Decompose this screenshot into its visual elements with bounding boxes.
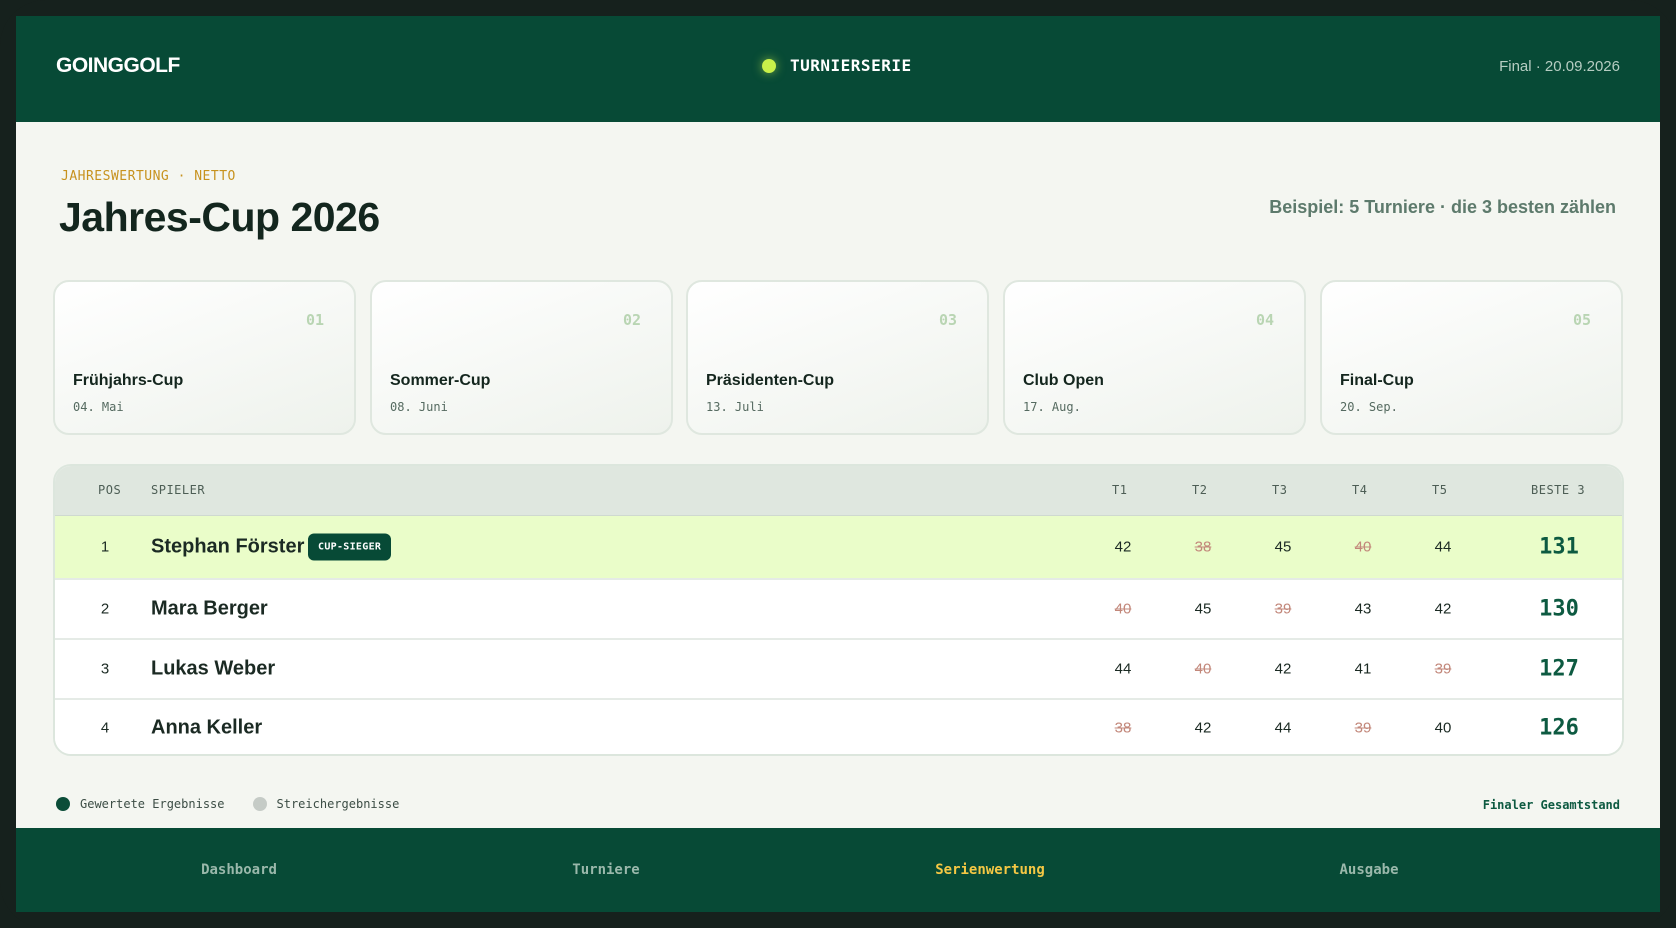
best-three-total: 127 — [1539, 656, 1579, 682]
best-three-total: 131 — [1539, 534, 1579, 560]
table-row[interactable]: 4 Anna Keller 38 42 44 39 40 126 — [55, 700, 1622, 754]
scoring-note: Beispiel: 5 Turniere · die 3 besten zähl… — [1269, 197, 1616, 217]
score-t2: 40 — [1194, 660, 1212, 678]
legend-counted-label: Gewertete Ergebnisse — [80, 797, 225, 811]
live-dot-icon — [762, 58, 776, 73]
status-text: Final · 20.09.2026 — [1499, 58, 1620, 75]
header-best: BESTE 3 — [1531, 483, 1586, 497]
best-three-total: 130 — [1539, 596, 1579, 622]
row-position: 2 — [100, 600, 110, 618]
tournament-number: 03 — [938, 311, 957, 329]
tournament-card[interactable]: 03 Präsidenten-Cup 13. Juli — [686, 280, 989, 435]
row-player-name: Lukas Weber — [151, 657, 276, 680]
tournament-date: 17. Aug. — [1023, 400, 1081, 414]
row-player-name: Mara Berger — [151, 597, 268, 620]
tournament-name: Frühjahrs-Cup — [73, 372, 184, 389]
tournament-number: 05 — [1572, 311, 1591, 329]
tournament-date: 08. Juni — [390, 400, 448, 414]
series-label: TURNIERSERIE — [790, 56, 912, 75]
tournament-number: 02 — [622, 311, 641, 329]
header-t2: T2 — [1192, 483, 1208, 497]
tournament-card[interactable]: 01 Frühjahrs-Cup 04. Mai — [53, 280, 356, 435]
tournament-name: Club Open — [1023, 372, 1104, 389]
nav-serienwertung[interactable]: Serienwertung — [935, 862, 1045, 878]
winner-badge: CUP-SIEGER — [308, 533, 392, 561]
bottom-nav: Dashboard Turniere Serienwertung Ausgabe — [16, 828, 1660, 912]
score-t3: 39 — [1274, 600, 1292, 618]
tournament-name: Sommer-Cup — [390, 372, 491, 389]
best-three-total: 126 — [1539, 715, 1579, 741]
device-frame: GOINGGOLF TURNIERSERIE Final · 20.09.202… — [0, 0, 1676, 928]
score-t4: 39 — [1354, 719, 1372, 737]
legend-dropped-label: Streichergebnisse — [276, 797, 400, 811]
score-t2: 42 — [1194, 719, 1212, 737]
score-t4: 40 — [1354, 538, 1372, 556]
tournament-number: 04 — [1255, 311, 1274, 329]
table-row[interactable]: 3 Lukas Weber 44 40 42 41 39 127 — [55, 640, 1622, 700]
header-t4: T4 — [1352, 483, 1368, 497]
header-t1: T1 — [1112, 483, 1128, 497]
header-t5: T5 — [1432, 483, 1448, 497]
tournament-date: 13. Juli — [706, 400, 764, 414]
row-position: 3 — [100, 660, 110, 678]
score-t1: 42 — [1114, 538, 1132, 556]
page-title: Jahres-Cup 2026 — [59, 194, 380, 240]
header-player: SPIELER — [151, 483, 206, 497]
row-player-name: Stephan Förster — [151, 535, 305, 558]
eyebrow-label: JAHRESWERTUNG · NETTO — [61, 169, 236, 184]
header-t3: T3 — [1272, 483, 1288, 497]
tournament-card[interactable]: 04 Club Open 17. Aug. — [1003, 280, 1306, 435]
tournament-name: Präsidenten-Cup — [706, 372, 835, 389]
top-bar: GOINGGOLF TURNIERSERIE Final · 20.09.202… — [16, 16, 1660, 122]
legend: Gewertete Ergebnisse Streichergebnisse — [56, 797, 427, 811]
legend-item-dropped: Streichergebnisse — [252, 797, 400, 811]
tournament-date: 20. Sep. — [1340, 400, 1398, 414]
row-position: 4 — [100, 719, 110, 737]
series-indicator: TURNIERSERIE — [762, 56, 912, 75]
row-player-name: Anna Keller — [151, 716, 263, 739]
header-pos: POS — [98, 483, 122, 497]
standings-table: POS SPIELER T1 T2 T3 T4 T5 BESTE 3 1 Ste… — [53, 464, 1624, 756]
table-row[interactable]: 1 Stephan Förster CUP-SIEGER 42 38 45 40… — [55, 516, 1622, 580]
table-row[interactable]: 2 Mara Berger 40 45 39 43 42 130 — [55, 580, 1622, 640]
score-t4: 43 — [1354, 600, 1372, 618]
score-t2: 38 — [1194, 538, 1212, 556]
score-t5: 44 — [1434, 538, 1452, 556]
score-t1: 44 — [1114, 660, 1132, 678]
counted-swatch-icon — [56, 797, 70, 811]
tournament-number: 01 — [305, 311, 324, 329]
final-standing-label: Finaler Gesamtstand — [1482, 798, 1620, 812]
nav-ausgabe[interactable]: Ausgabe — [1339, 862, 1398, 878]
score-t4: 41 — [1354, 660, 1372, 678]
score-t1: 40 — [1114, 600, 1132, 618]
app-screen: GOINGGOLF TURNIERSERIE Final · 20.09.202… — [16, 16, 1660, 912]
dropped-swatch-icon — [252, 797, 267, 811]
brand-logo[interactable]: GOINGGOLF — [56, 54, 180, 78]
tournament-card[interactable]: 02 Sommer-Cup 08. Juni — [370, 280, 673, 435]
score-t5: 39 — [1434, 660, 1452, 678]
score-t3: 45 — [1274, 538, 1292, 556]
nav-turniere[interactable]: Turniere — [572, 862, 639, 878]
tournament-name: Final-Cup — [1340, 372, 1414, 389]
row-position: 1 — [100, 538, 110, 556]
score-t1: 38 — [1114, 719, 1132, 737]
score-t3: 42 — [1274, 660, 1292, 678]
tournament-date: 04. Mai — [73, 400, 124, 414]
score-t3: 44 — [1274, 719, 1292, 737]
legend-item-counted: Gewertete Ergebnisse — [56, 797, 225, 811]
score-t2: 45 — [1194, 600, 1212, 618]
nav-dashboard[interactable]: Dashboard — [201, 862, 277, 878]
tournament-card[interactable]: 05 Final-Cup 20. Sep. — [1320, 280, 1623, 435]
score-t5: 42 — [1434, 600, 1452, 618]
table-header: POS SPIELER T1 T2 T3 T4 T5 BESTE 3 — [55, 466, 1622, 516]
score-t5: 40 — [1434, 719, 1452, 737]
